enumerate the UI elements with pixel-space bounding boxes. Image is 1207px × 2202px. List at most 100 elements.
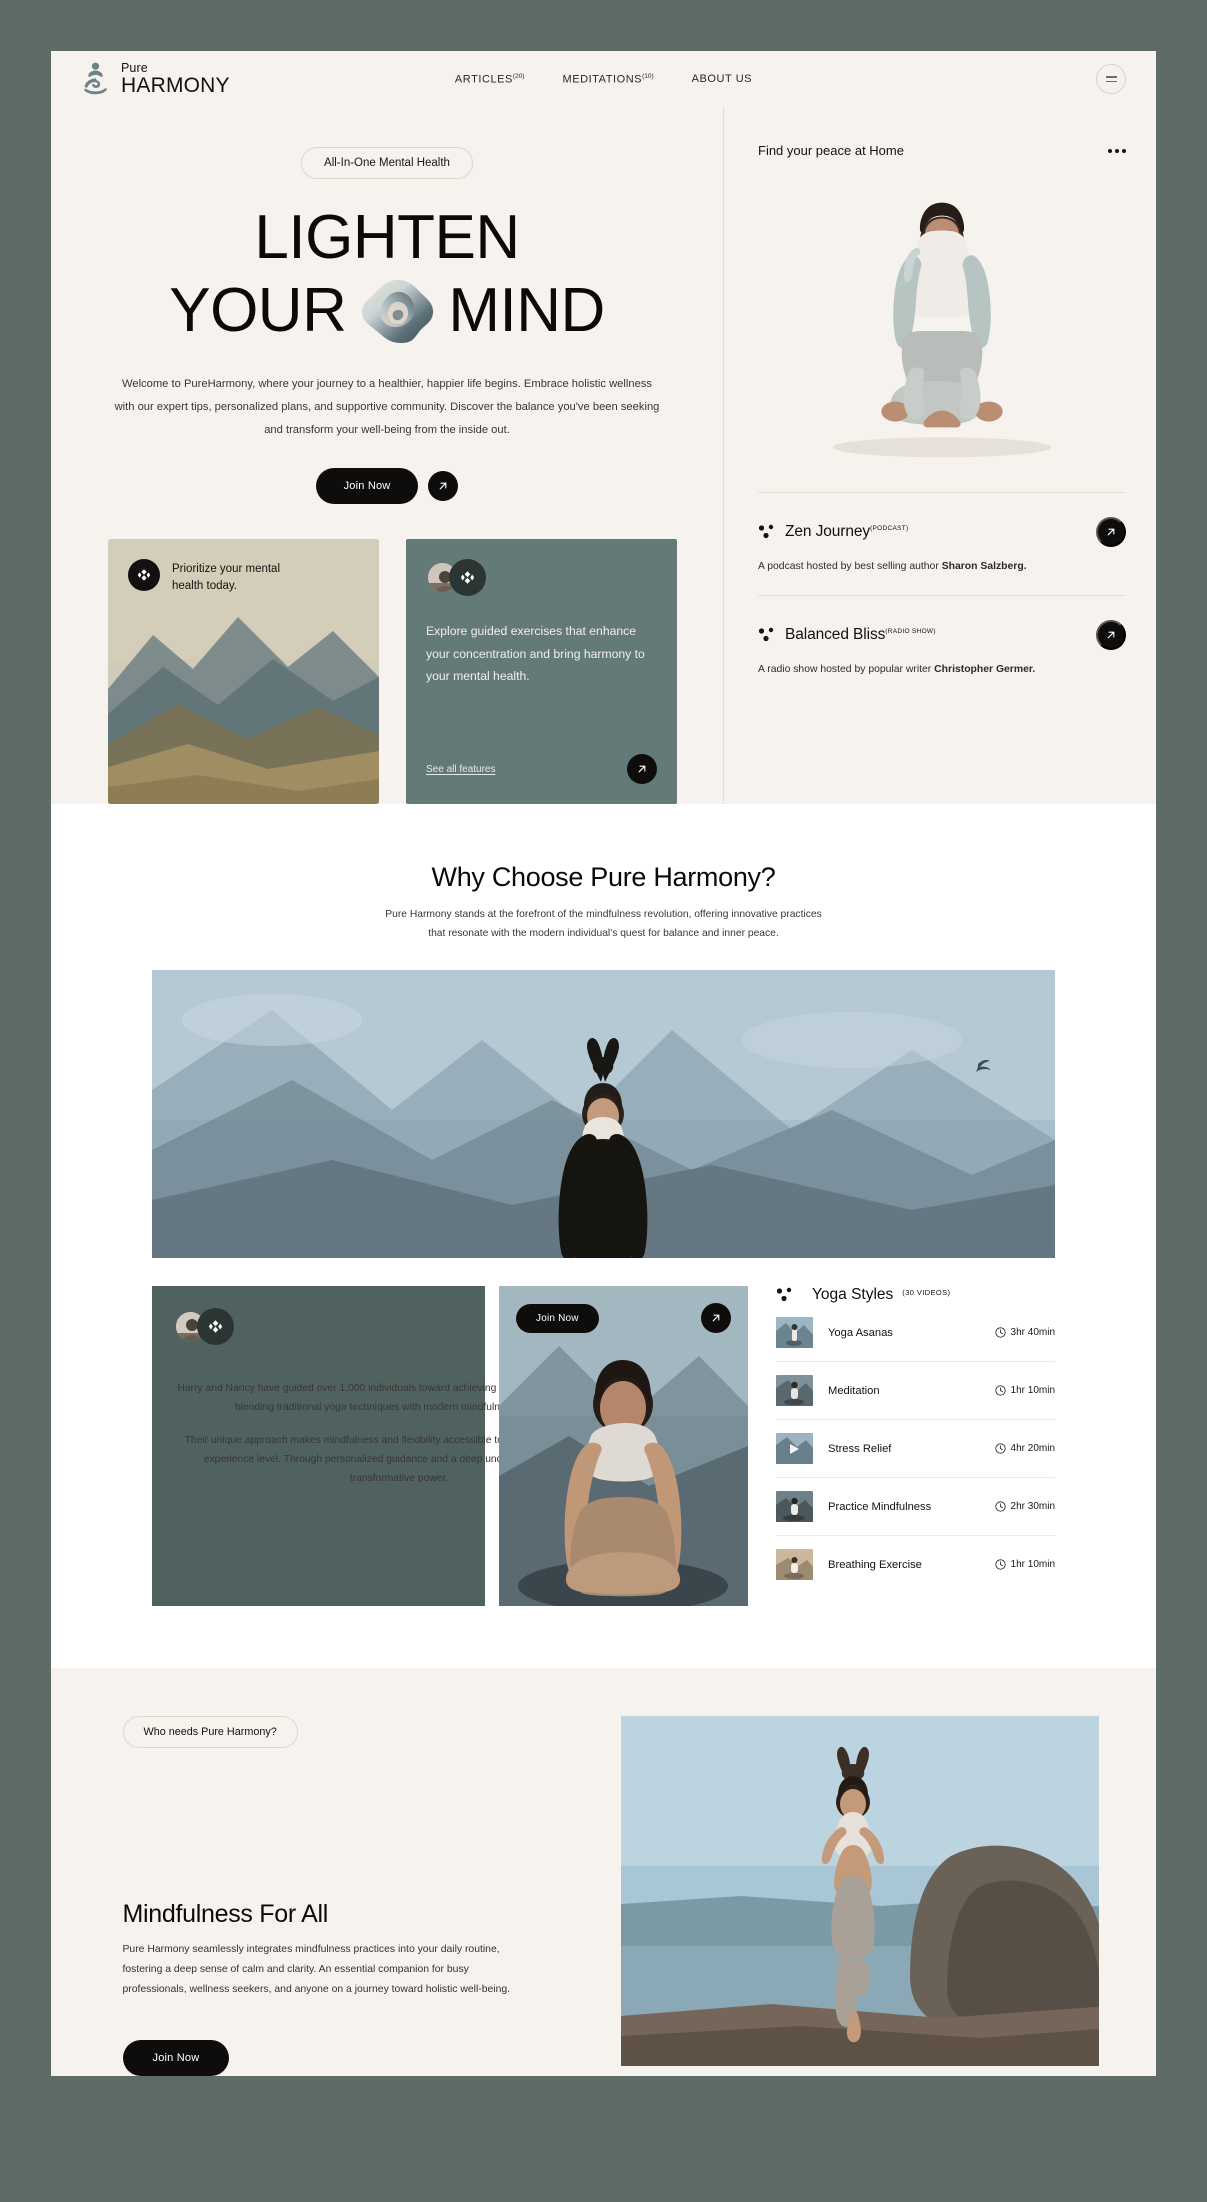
nav-sup-meditations: (10) (642, 72, 654, 80)
yoga-list-title: Yoga Styles (812, 1286, 894, 1304)
lotus-logo-icon (84, 62, 107, 95)
show-item-zen-journey[interactable]: Zen Journey(PODCAST) A podcast hosted by… (758, 493, 1126, 577)
yoga-item-label-2: Stress Relief (828, 1442, 892, 1455)
show-header: Zen Journey(PODCAST) (758, 517, 1126, 547)
yoga-thumb-image-3 (776, 1491, 813, 1523)
testimonial-card: Harry and Nancy have guided over 1,000 i… (152, 1286, 621, 1607)
diamond-badge-icon-3 (197, 1308, 234, 1346)
nav-item-articles[interactable]: ARTICLES(20) (455, 73, 525, 86)
hero-heading-your: YOUR (169, 276, 347, 346)
arrow-up-right-icon-3 (1107, 528, 1115, 536)
mountain-card-header: Prioritize your mental health today. (128, 559, 312, 594)
four-diamond-icon (137, 569, 151, 581)
tree-pose-illustration (621, 1716, 1099, 2067)
mindfulness-pill[interactable]: Who needs Pure Harmony? (122, 1716, 298, 1749)
diamond-badge-icon-2 (449, 559, 486, 597)
features-arrow-button[interactable] (627, 754, 657, 785)
arrow-up-right-icon-4 (1107, 631, 1115, 639)
show-desc-host-2: Christopher Germer. (934, 664, 1036, 676)
show-item-balanced-bliss[interactable]: Balanced Bliss(RADIO SHOW) A radio show … (758, 595, 1126, 680)
hero-heading-mind: MIND (448, 276, 605, 346)
hero-heading: LIGHTEN YOUR MIND (51, 201, 723, 347)
yoga-thumb-image-2 (776, 1433, 813, 1465)
nav-item-about-us[interactable]: ABOUT US (692, 73, 752, 85)
yoga-thumb-image-4 (776, 1549, 813, 1581)
abstract-blob-icon (362, 279, 434, 343)
show-open-button-bliss[interactable] (1096, 620, 1126, 651)
four-diamond-icon-3 (208, 1320, 223, 1333)
hero-left-column: All-In-One Mental Health LIGHTEN YOUR MI… (51, 107, 723, 805)
rail-title: Find your peace at Home (758, 143, 904, 158)
mindfulness-left: Who needs Pure Harmony? Mindfulness For … (109, 1716, 598, 2077)
yoga-list-header: Yoga Styles (30 VIDEOS) (776, 1286, 1055, 1304)
yoga-thumb-image-1 (776, 1375, 813, 1407)
dot-cluster-icon-2 (758, 628, 774, 642)
photo-card-top-row: Join Now (516, 1303, 731, 1334)
show-desc-host: Sharon Salzberg. (941, 561, 1027, 572)
nav-label-articles: ARTICLES (454, 73, 513, 86)
dot-cluster-icon-3 (776, 1288, 792, 1302)
yoga-thumbnail-2 (776, 1433, 813, 1465)
yoga-item-time-3: 2hr 30min (994, 1501, 1055, 1513)
why-choose-section: Why Choose Pure Harmony? Pure Harmony st… (51, 804, 1156, 1669)
features-card[interactable]: Explore guided exercises that enhance yo… (406, 539, 677, 805)
yoga-item-duration-4: 1hr 10min (1010, 1559, 1055, 1571)
hero-heading-line1: LIGHTEN (254, 203, 520, 272)
meditation-photo-card[interactable]: Join Now (499, 1286, 748, 1607)
yoga-list-item-0[interactable]: Yoga Asanas 3hr 40min (776, 1304, 1055, 1363)
why-heading: Why Choose Pure Harmony? (431, 862, 776, 893)
show-title-text: Zen Journey (785, 523, 871, 540)
photo-join-now-button[interactable]: Join Now (516, 1303, 599, 1333)
yoga-banner-illustration (152, 970, 1055, 1259)
more-options-icon[interactable] (1108, 148, 1126, 153)
yoga-list-item-4[interactable]: Breathing Exercise 1hr 10min (776, 1536, 1055, 1593)
yoga-styles-list: Yoga Styles (30 VIDEOS) Yoga Asanas 3hr … (762, 1286, 1055, 1606)
yoga-list-item-2[interactable]: Stress Relief 4hr 20min (776, 1420, 1055, 1479)
hero-arrow-button[interactable] (428, 471, 459, 502)
photo-arrow-button[interactable] (701, 1303, 731, 1334)
yoga-mountain-banner-image (152, 970, 1055, 1259)
show-open-button-zen[interactable] (1096, 517, 1126, 547)
yoga-item-time-1: 1hr 10min (994, 1385, 1055, 1396)
diamond-badge-icon (128, 559, 160, 592)
show-name-zen: Zen Journey(PODCAST) (785, 523, 909, 541)
clock-icon-0 (994, 1327, 1006, 1338)
yoga-item-label-1: Meditation (828, 1384, 880, 1397)
yoga-thumbnail-0 (776, 1317, 813, 1349)
arrow-up-right-icon-2 (638, 765, 646, 773)
yoga-item-duration-3: 2hr 30min (1010, 1501, 1055, 1513)
show-desc-pre-2: A radio show hosted by popular writer (758, 664, 935, 676)
see-all-features-link[interactable]: See all features (426, 764, 496, 775)
yoga-list-item-1[interactable]: Meditation 1hr 10min (776, 1362, 1055, 1421)
show-sup: (PODCAST) (870, 524, 909, 532)
hero-heading-line2: YOUR MIND (51, 274, 723, 347)
hamburger-menu-icon[interactable] (1096, 64, 1126, 94)
meditating-woman-image (758, 176, 1126, 464)
yoga-thumb-image-0 (776, 1317, 813, 1349)
meditating-woman-illustration (832, 202, 1052, 458)
nav-item-meditations[interactable]: MEDITATIONS(10) (562, 73, 653, 86)
hamburger-bar-top (1105, 76, 1117, 78)
brand-logo[interactable]: Pure HARMONY (81, 62, 230, 96)
page-root: Pure HARMONY ARTICLES(20) MEDITATIONS(10… (51, 51, 1156, 2077)
yoga-item-time-4: 1hr 10min (994, 1559, 1055, 1571)
clock-icon-1 (994, 1385, 1006, 1396)
mindfulness-join-now-button[interactable]: Join Now (122, 2040, 230, 2077)
nav-label-meditations: MEDITATIONS (562, 73, 643, 86)
features-card-avatars (426, 559, 657, 597)
clock-icon-2 (994, 1443, 1006, 1454)
features-card-body: Explore guided exercises that enhance yo… (426, 624, 645, 684)
hero-cta-row: Join Now (51, 468, 723, 505)
hero-paragraph: Welcome to PureHarmony, where your journ… (114, 378, 660, 437)
yoga-list-item-3[interactable]: Practice Mindfulness 2hr 30min (776, 1478, 1055, 1537)
hero-section: All-In-One Mental Health LIGHTEN YOUR MI… (51, 107, 1156, 805)
show-desc-pre: A podcast hosted by best selling author (758, 561, 942, 572)
hero-badge-wrap: All-In-One Mental Health (51, 147, 723, 179)
yoga-item-label-3: Practice Mindfulness (828, 1500, 932, 1513)
mindfulness-inner: Who needs Pure Harmony? Mindfulness For … (109, 1716, 1099, 2077)
hero-badge[interactable]: All-In-One Mental Health (301, 147, 473, 179)
clock-icon-4 (994, 1559, 1006, 1570)
hero-join-now-button[interactable]: Join Now (315, 468, 419, 505)
mountain-card[interactable]: Prioritize your mental health today. (108, 539, 379, 805)
hamburger-bar-bottom (1105, 80, 1117, 82)
